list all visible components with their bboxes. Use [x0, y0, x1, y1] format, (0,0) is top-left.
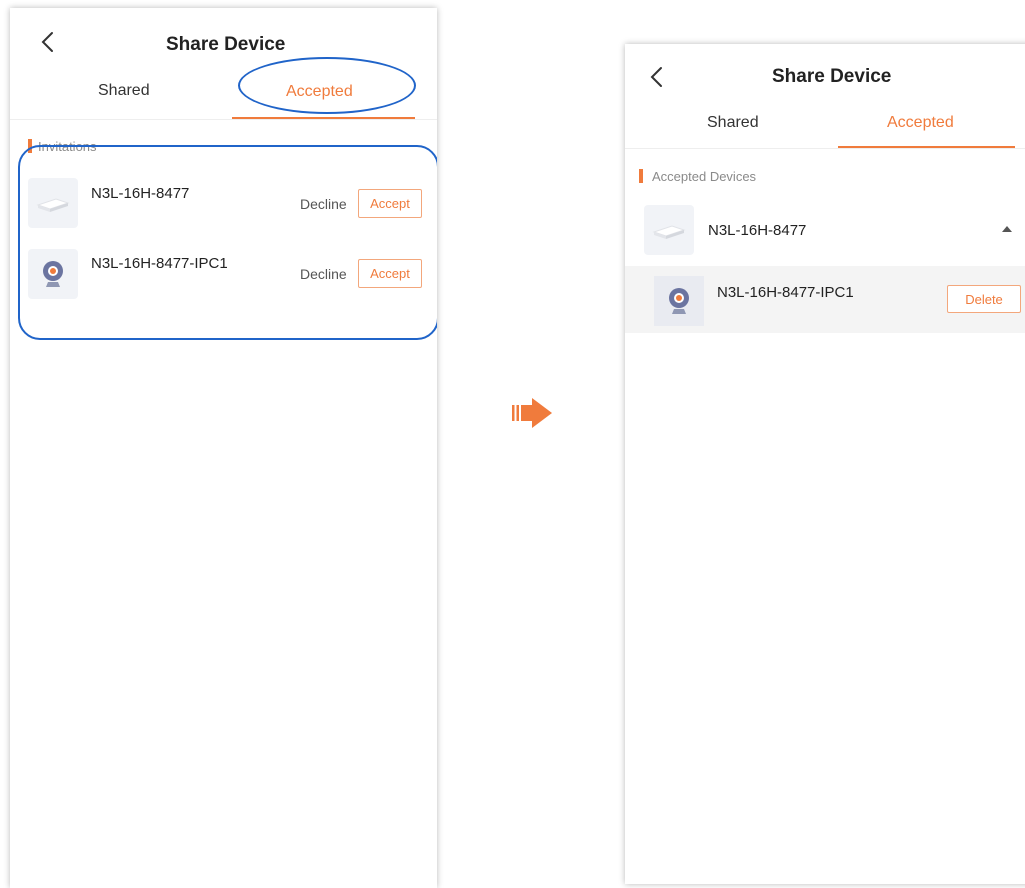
delete-button[interactable]: Delete — [947, 285, 1021, 313]
invitations-highlight-box — [18, 145, 437, 340]
arrow-right-icon — [512, 398, 552, 428]
collapse-caret-icon[interactable] — [1002, 226, 1012, 232]
back-arrow-icon[interactable] — [34, 28, 62, 56]
tab-accepted[interactable]: Accepted — [887, 114, 954, 132]
section-label-accepted-devices: Accepted Devices — [652, 169, 757, 184]
accepted-device-name: N3L-16H-8477 — [708, 222, 807, 239]
camera-device-icon — [654, 276, 704, 326]
left-phone-screen: Share Device Shared Accepted Invitations… — [10, 8, 437, 888]
tab-shared[interactable]: Shared — [98, 82, 150, 100]
tab-shared[interactable]: Shared — [707, 114, 759, 132]
tabs-divider — [625, 148, 1025, 149]
tabs-divider — [10, 119, 437, 120]
router-device-icon — [644, 205, 694, 255]
back-arrow-icon[interactable] — [643, 63, 671, 91]
page-title: Share Device — [772, 66, 892, 87]
section-marker — [639, 169, 643, 183]
right-phone-screen: Share Device Shared Accepted Accepted De… — [625, 44, 1025, 884]
accepted-child-device-name: N3L-16H-8477-IPC1 — [717, 284, 854, 301]
page-title: Share Device — [166, 34, 286, 55]
accepted-tab-highlight-ellipse — [238, 57, 416, 114]
